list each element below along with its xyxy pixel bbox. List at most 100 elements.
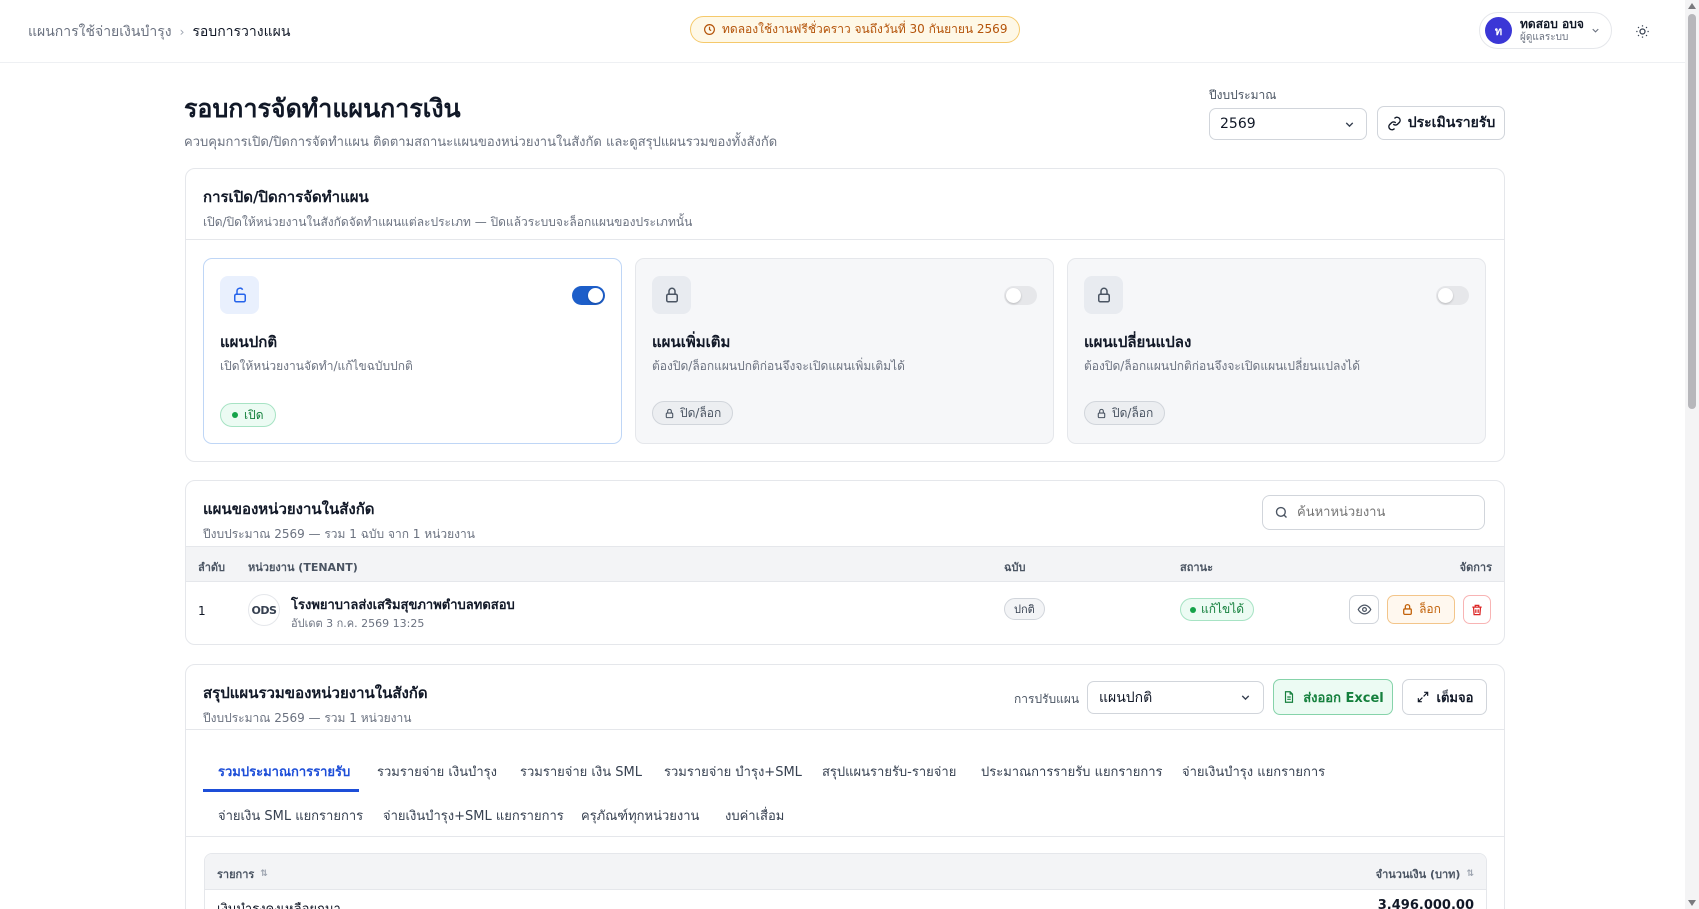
- breadcrumb-current: รอบการวางแผน: [192, 24, 291, 40]
- status-badge-label: แก้ไขได้: [1201, 602, 1245, 616]
- tab-revenue-expense-summary[interactable]: สรุปแผนรายรับ-รายจ่าย: [822, 761, 956, 782]
- spreadsheet-icon: [1285, 691, 1294, 703]
- tab-total-revenue-estimate[interactable]: รวมประมาณการรายรับ: [218, 761, 350, 782]
- plan-name: แผนเปลี่ยนแปลง: [1084, 333, 1192, 351]
- plan-normal-toggle[interactable]: [572, 286, 605, 305]
- top-bar: แผนการใช้จ่ายเงินบำรุง › รอบการวางแผน ทด…: [0, 0, 1685, 63]
- plan-control-title: การเปิด/ปิดการจัดทำแผน: [203, 188, 369, 206]
- tab-equipment-all-units[interactable]: ครุภัณฑ์ทุกหน่วยงาน: [581, 805, 699, 826]
- plan-adjust-label: การปรับแผน: [1014, 692, 1080, 706]
- fiscal-year-label: ปีงบประมาณ: [1209, 88, 1277, 102]
- plan-name: แผนเพิ่มเติม: [652, 333, 731, 351]
- scrollbar-thumb[interactable]: [1688, 14, 1696, 409]
- tab-combined-payment-itemized[interactable]: จ่ายเงินบำรุง+SML แยกรายการ: [383, 805, 564, 826]
- tab-sml-payment-itemized[interactable]: จ่ายเงิน SML แยกรายการ: [218, 805, 363, 826]
- tab-depreciation-budget[interactable]: งบค่าเสื่อม: [725, 805, 784, 826]
- column-header-version: ฉบับ: [1004, 561, 1026, 574]
- user-role: ผู้ดูแลระบบ: [1520, 31, 1569, 43]
- delete-button[interactable]: [1463, 595, 1491, 624]
- lock-icon: [665, 408, 674, 418]
- search-icon: [1275, 506, 1287, 518]
- scroll-up-arrow-icon[interactable]: [1688, 3, 1696, 9]
- lock-plan-label: ล็อก: [1419, 602, 1441, 616]
- tenant-updated-at: อัปเดต 3 ก.ค. 2569 13:25: [291, 617, 425, 630]
- user-menu-button[interactable]: ท ทดสอบ อบจ ผู้ดูแลระบบ: [1479, 12, 1612, 49]
- divider: [186, 836, 1504, 837]
- active-tab-indicator: [203, 789, 359, 792]
- evaluate-revenue-label: ประเมินรายรับ: [1407, 115, 1496, 131]
- chevron-down-icon: [1345, 121, 1354, 127]
- fiscal-year-select[interactable]: 2569: [1209, 108, 1367, 140]
- user-name: ทดสอบ อบจ: [1520, 16, 1584, 31]
- status-badge-label: ปิด/ล็อก: [1112, 405, 1154, 420]
- view-button[interactable]: [1349, 595, 1379, 624]
- tenant-name: โรงพยาบาลส่งเสริมสุขภาพตำบลทดสอบ: [291, 598, 515, 613]
- fiscal-year-value: 2569: [1220, 116, 1256, 132]
- lock-icon: [1097, 408, 1106, 418]
- sun-icon: [1635, 24, 1649, 38]
- summary-table: รายการ ⇅ จำนวนเงิน (บาท) ⇅ เงินบำรุงคงเห…: [204, 853, 1487, 909]
- sort-icon: ⇅: [1466, 869, 1474, 879]
- version-badge: ปกติ: [1004, 598, 1045, 620]
- plan-adjust-select[interactable]: แผนปกติ: [1087, 681, 1264, 714]
- tab-total-expense-maintenance[interactable]: รวมรายจ่าย เงินบำรุง: [377, 761, 497, 782]
- lock-icon: [1084, 276, 1123, 314]
- summary-title: สรุปแผนรวมของหน่วยงานในสังกัด: [203, 684, 428, 702]
- status-badge-label: ปิด/ล็อก: [680, 405, 722, 420]
- chevron-down-icon: [1241, 695, 1250, 701]
- status-badge-locked: ปิด/ล็อก: [1084, 401, 1166, 425]
- status-badge-open: เปิด: [220, 403, 276, 427]
- plan-description: ต้องปิด/ล็อกแผนปกติก่อนจึงจะเปิดแผนเพิ่ม…: [652, 359, 905, 373]
- trial-notice-text: ทดลองใช้งานฟรีชั่วคราว จนถึงวันที่ 30 กั…: [722, 22, 1008, 36]
- plan-name: แผนปกติ: [220, 333, 278, 351]
- tab-total-expense-sml[interactable]: รวมรายจ่าย เงิน SML: [520, 761, 642, 782]
- tab-total-expense-combined[interactable]: รวมรายจ่าย บำรุง+SML: [664, 761, 802, 782]
- column-header-item[interactable]: รายการ ⇅: [217, 865, 268, 883]
- lock-plan-button[interactable]: ล็อก: [1387, 595, 1455, 624]
- scroll-down-arrow-icon[interactable]: [1688, 900, 1696, 906]
- export-excel-button[interactable]: ส่งออก Excel: [1273, 679, 1393, 715]
- chevron-right-icon: ›: [179, 25, 185, 39]
- expand-icon: [1417, 691, 1428, 703]
- lock-icon: [1403, 603, 1413, 616]
- fullscreen-button[interactable]: เต็มจอ: [1402, 679, 1487, 715]
- plan-control-subtitle: เปิด/ปิดให้หน่วยงานในสังกัดจัดทำแผนแต่ละ…: [203, 215, 693, 229]
- avatar: ท: [1485, 17, 1512, 44]
- plan-card-change: แผนเปลี่ยนแปลง ต้องปิด/ล็อกแผนปกติก่อนจึ…: [1067, 258, 1486, 444]
- table-row: 1 ODS โรงพยาบาลส่งเสริมสุขภาพตำบลทดสอบ อ…: [186, 582, 1504, 638]
- tenant-search-input[interactable]: [1297, 505, 1467, 520]
- divider: [186, 729, 1504, 730]
- plan-card-normal: แผนปกติ เปิดให้หน่วยงานจัดทำ/แก้ไขฉบับปก…: [203, 258, 622, 444]
- row-amount: 3,496,000.00: [1377, 898, 1474, 909]
- chevron-down-icon: [1592, 28, 1599, 33]
- divider: [186, 239, 1504, 240]
- tab-revenue-estimate-itemized[interactable]: ประมาณการรายรับ แยกรายการ: [981, 761, 1163, 782]
- status-badge-locked: ปิด/ล็อก: [652, 401, 734, 425]
- sort-icon: ⇅: [260, 869, 268, 879]
- status-dot-icon: [232, 412, 238, 418]
- plan-change-toggle[interactable]: [1436, 286, 1469, 305]
- link-icon: [1387, 116, 1401, 130]
- status-dot-icon: [1190, 606, 1196, 613]
- tab-maintenance-payment-itemized[interactable]: จ่ายเงินบำรุง แยกรายการ: [1182, 761, 1325, 782]
- plan-adjust-value: แผนปกติ: [1099, 689, 1153, 706]
- clock-icon: [704, 24, 715, 35]
- export-excel-label: ส่งออก Excel: [1303, 690, 1384, 706]
- tenant-search-box[interactable]: [1262, 495, 1485, 530]
- page-scrollbar[interactable]: [1685, 0, 1699, 909]
- tenant-logo: ODS: [248, 594, 280, 626]
- trash-icon: [1472, 604, 1482, 615]
- evaluate-revenue-button[interactable]: ประเมินรายรับ: [1377, 106, 1505, 140]
- column-header-actions: จัดการ: [1459, 561, 1492, 574]
- table-header: รายการ ⇅ จำนวนเงิน (บาท) ⇅: [205, 854, 1486, 890]
- page-subtitle: ควบคุมการเปิด/ปิดการจัดทำแผน ติดตามสถานะ…: [184, 135, 778, 150]
- column-header-amount[interactable]: จำนวนเงิน (บาท) ⇅: [1376, 865, 1474, 883]
- breadcrumb-parent-link[interactable]: แผนการใช้จ่ายเงินบำรุง: [28, 21, 172, 43]
- tenant-plans-subtitle: ปีงบประมาณ 2569 — รวม 1 ฉบับ จาก 1 หน่วย…: [203, 527, 475, 541]
- plan-control-card: การเปิด/ปิดการจัดทำแผน เปิด/ปิดให้หน่วยง…: [185, 168, 1505, 462]
- unlock-icon: [220, 276, 259, 314]
- plan-additional-toggle[interactable]: [1004, 286, 1037, 305]
- theme-toggle-button[interactable]: [1630, 19, 1654, 43]
- lock-icon: [652, 276, 691, 314]
- breadcrumb: แผนการใช้จ่ายเงินบำรุง › รอบการวางแผน: [28, 21, 290, 43]
